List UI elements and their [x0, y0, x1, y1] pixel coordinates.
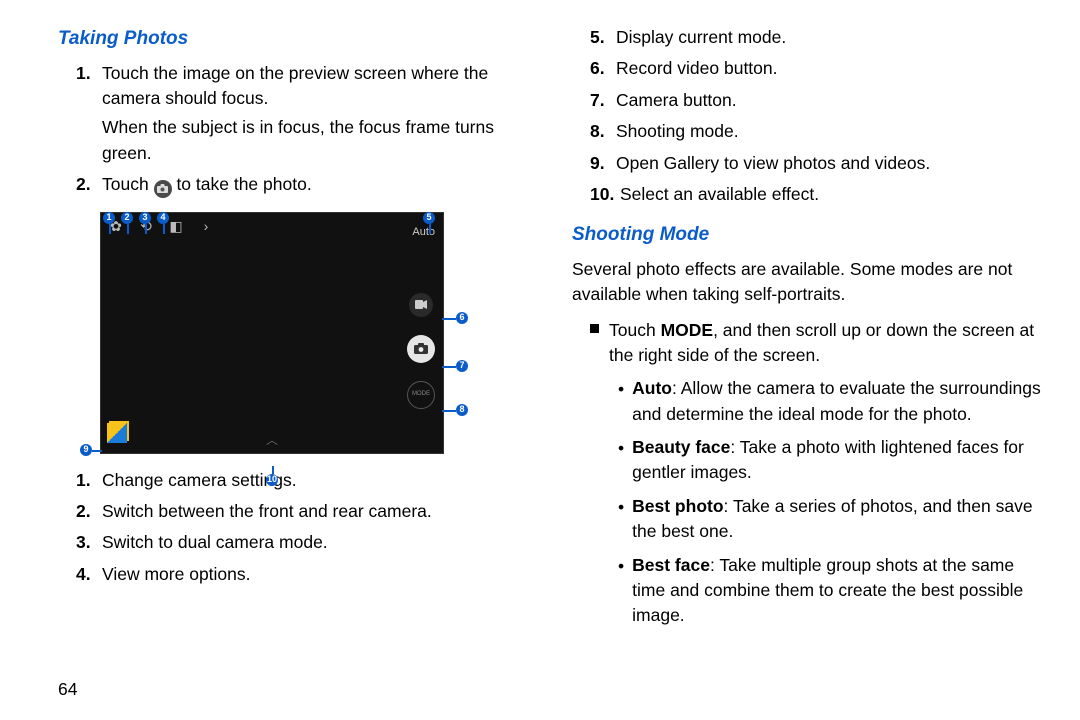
callout-2: 2 [121, 212, 133, 224]
mode-best-face-name: Best face [632, 555, 710, 575]
heading-shooting-mode: Shooting Mode [572, 221, 1050, 249]
legend-b-8-num: 8. [590, 119, 616, 144]
legend-a-1-text: Change camera settings. [102, 468, 536, 493]
legend-b-9: 9.Open Gallery to view photos and videos… [590, 151, 1050, 176]
legend-a-2: 2.Switch between the front and rear came… [76, 499, 536, 524]
legend-b-7: 7.Camera button. [590, 88, 1050, 113]
legend-b-9-text: Open Gallery to view photos and videos. [616, 151, 1050, 176]
bullet-icon: • [618, 554, 624, 629]
callout-8: 8 [456, 404, 468, 416]
bullet-icon: • [618, 436, 624, 486]
mode-button: MODE [407, 381, 435, 409]
legend-a-3-text: Switch to dual camera mode. [102, 530, 536, 555]
legend-b-6-num: 6. [590, 56, 616, 81]
square-bullet-icon [590, 324, 599, 333]
legend-b-8-text: Shooting mode. [616, 119, 1050, 144]
shooting-mode-intro: Several photo effects are available. Som… [572, 257, 1050, 308]
callout-7: 7 [456, 360, 468, 372]
camera-ui-diagram: 1 2 3 4 5 ✿ ⟲ ◧ › Auto [88, 212, 488, 454]
callout-4: 4 [157, 212, 169, 224]
legend-b-5: 5.Display current mode. [590, 25, 1050, 50]
record-video-icon [409, 293, 433, 317]
legend-a-2-text: Switch between the front and rear camera… [102, 499, 536, 524]
legend-b-6-text: Record video button. [616, 56, 1050, 81]
legend-b-10-num: 10. [590, 182, 620, 207]
mode-beauty-face: •Beauty face: Take a photo with lightene… [618, 435, 1050, 486]
legend-a-4-text: View more options. [102, 562, 536, 587]
callout-1: 1 [103, 212, 115, 224]
legend-b-10: 10.Select an available effect. [590, 182, 1050, 207]
mode-best-photo: •Best photo: Take a series of photos, an… [618, 494, 1050, 545]
legend-a-2-num: 2. [76, 499, 102, 524]
bullet-icon: • [618, 377, 624, 427]
callout-5: 5 [423, 212, 435, 224]
legend-b-10-text: Select an available effect. [620, 182, 1050, 207]
callout-6: 6 [456, 312, 468, 324]
mode-auto: • Auto: Allow the camera to evaluate the … [618, 376, 1050, 427]
mode-auto-desc: : Allow the camera to evaluate the surro… [632, 378, 1041, 423]
callout-3: 3 [139, 212, 151, 224]
mode-best-face: •Best face: Take multiple group shots at… [618, 553, 1050, 629]
legend-a-3-num: 3. [76, 530, 102, 555]
step-1-num: 1. [76, 61, 102, 167]
legend-a-1: 1.Change camera settings. [76, 468, 536, 493]
step-1: 1. Touch the image on the preview screen… [76, 61, 536, 167]
mode-auto-name: Auto [632, 378, 672, 398]
touch-mode-pre: Touch [609, 320, 661, 340]
callout-10: 10 [266, 474, 278, 486]
legend-a-3: 3.Switch to dual camera mode. [76, 530, 536, 555]
legend-a-1-num: 1. [76, 468, 102, 493]
step-2-pre: Touch [102, 174, 154, 194]
touch-mode-bold: MODE [661, 320, 714, 340]
mode-beauty-name: Beauty face [632, 437, 730, 457]
mode-best-photo-name: Best photo [632, 496, 723, 516]
more-options-icon: › [197, 219, 215, 235]
bullet-icon: • [618, 495, 624, 545]
legend-b-7-num: 7. [590, 88, 616, 113]
current-mode-label: Auto [412, 225, 435, 241]
legend-b-8: 8.Shooting mode. [590, 119, 1050, 144]
page-number: 64 [58, 677, 77, 702]
camera-shutter-icon [154, 180, 172, 198]
step-1-text: Touch the image on the preview screen wh… [102, 63, 488, 108]
step-2-num: 2. [76, 172, 102, 198]
legend-a-4: 4.View more options. [76, 562, 536, 587]
gallery-thumbnail-icon [107, 423, 127, 443]
step-1-extra: When the subject is in focus, the focus … [102, 115, 536, 166]
step-2: 2. Touch to take the photo. [76, 172, 536, 198]
legend-a-4-num: 4. [76, 562, 102, 587]
heading-taking-photos: Taking Photos [58, 25, 536, 53]
legend-b-5-text: Display current mode. [616, 25, 1050, 50]
camera-preview-screen: ✿ ⟲ ◧ › Auto MODE ︿ [100, 212, 444, 454]
legend-b-9-num: 9. [590, 151, 616, 176]
legend-b-7-text: Camera button. [616, 88, 1050, 113]
legend-b-5-num: 5. [590, 25, 616, 50]
callout-9: 9 [80, 444, 92, 456]
legend-b-6: 6.Record video button. [590, 56, 1050, 81]
camera-button-icon [407, 335, 435, 363]
touch-mode-instruction: Touch MODE, and then scroll up or down t… [590, 318, 1050, 369]
step-2-post: to take the photo. [176, 174, 311, 194]
chevron-up-icon: ︿ [266, 432, 278, 449]
dual-camera-icon: ◧ [167, 219, 185, 235]
